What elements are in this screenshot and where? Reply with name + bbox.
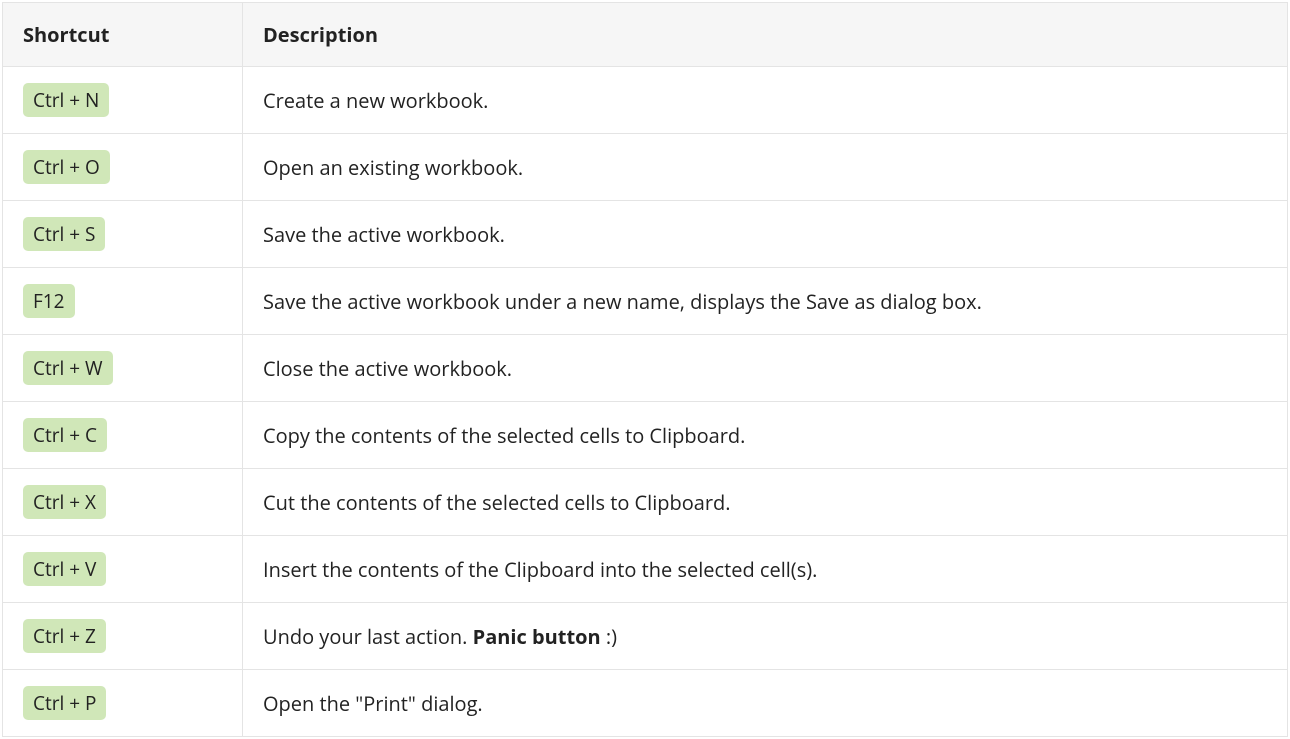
- description-text: Save the active workbook.: [263, 221, 505, 248]
- keyboard-shortcut: Ctrl + N: [23, 83, 109, 117]
- description-cell: Create a new workbook.: [243, 67, 1288, 134]
- table-row: Ctrl + X Cut the contents of the selected…: [3, 469, 1288, 536]
- table-row: Ctrl + Z Undo your last action. Panic but…: [3, 603, 1288, 670]
- description-text: Cut the contents of the selected cells t…: [263, 489, 731, 516]
- shortcut-cell: Ctrl + P: [3, 670, 243, 737]
- description-text: Copy the contents of the selected cells …: [263, 422, 745, 449]
- description-cell: Copy the contents of the selected cells …: [243, 402, 1288, 469]
- header-shortcut: Shortcut: [3, 3, 243, 67]
- table-row: Ctrl + N Create a new workbook.: [3, 67, 1288, 134]
- description-cell: Insert the contents of the Clipboard int…: [243, 536, 1288, 603]
- table-row: Ctrl + P Open the "Print" dialog.: [3, 670, 1288, 737]
- description-text-after: :): [601, 623, 617, 650]
- shortcut-cell: Ctrl + X: [3, 469, 243, 536]
- description-cell: Undo your last action. Panic button :): [243, 603, 1288, 670]
- keyboard-shortcut: Ctrl + V: [23, 552, 106, 586]
- keyboard-shortcut: Ctrl + S: [23, 217, 105, 251]
- description-text: Open an existing workbook.: [263, 154, 523, 181]
- shortcut-cell: Ctrl + N: [3, 67, 243, 134]
- description-bold: Panic button: [473, 623, 601, 650]
- shortcut-cell: F12: [3, 268, 243, 335]
- description-cell: Open the "Print" dialog.: [243, 670, 1288, 737]
- description-text: Open the "Print" dialog.: [263, 690, 483, 717]
- keyboard-shortcut: Ctrl + Z: [23, 619, 106, 653]
- table-row: Ctrl + O Open an existing workbook.: [3, 134, 1288, 201]
- keyboard-shortcut: F12: [23, 284, 75, 318]
- keyboard-shortcut: Ctrl + X: [23, 485, 106, 519]
- table-row: Ctrl + C Copy the contents of the selecte…: [3, 402, 1288, 469]
- keyboard-shortcut: Ctrl + P: [23, 686, 106, 720]
- shortcuts-table: Shortcut Description Ctrl + N Create a ne…: [2, 2, 1288, 737]
- description-cell: Close the active workbook.: [243, 335, 1288, 402]
- header-description: Description: [243, 3, 1288, 67]
- description-text: Undo your last action.: [263, 623, 473, 650]
- description-text: Insert the contents of the Clipboard int…: [263, 556, 817, 583]
- table-row: Ctrl + V Insert the contents of the Clipb…: [3, 536, 1288, 603]
- description-cell: Save the active workbook under a new nam…: [243, 268, 1288, 335]
- description-text: Create a new workbook.: [263, 87, 488, 114]
- keyboard-shortcut: Ctrl + C: [23, 418, 107, 452]
- description-text: Close the active workbook.: [263, 355, 512, 382]
- shortcut-cell: Ctrl + V: [3, 536, 243, 603]
- table-row: Ctrl + W Close the active workbook.: [3, 335, 1288, 402]
- description-cell: Cut the contents of the selected cells t…: [243, 469, 1288, 536]
- shortcut-cell: Ctrl + W: [3, 335, 243, 402]
- description-cell: Save the active workbook.: [243, 201, 1288, 268]
- description-text: Save the active workbook under a new nam…: [263, 288, 982, 315]
- table-row: F12 Save the active workbook under a new …: [3, 268, 1288, 335]
- shortcut-cell: Ctrl + Z: [3, 603, 243, 670]
- description-cell: Open an existing workbook.: [243, 134, 1288, 201]
- shortcut-cell: Ctrl + O: [3, 134, 243, 201]
- keyboard-shortcut: Ctrl + O: [23, 150, 110, 184]
- shortcut-cell: Ctrl + C: [3, 402, 243, 469]
- table-row: Ctrl + S Save the active workbook.: [3, 201, 1288, 268]
- shortcut-cell: Ctrl + S: [3, 201, 243, 268]
- keyboard-shortcut: Ctrl + W: [23, 351, 113, 385]
